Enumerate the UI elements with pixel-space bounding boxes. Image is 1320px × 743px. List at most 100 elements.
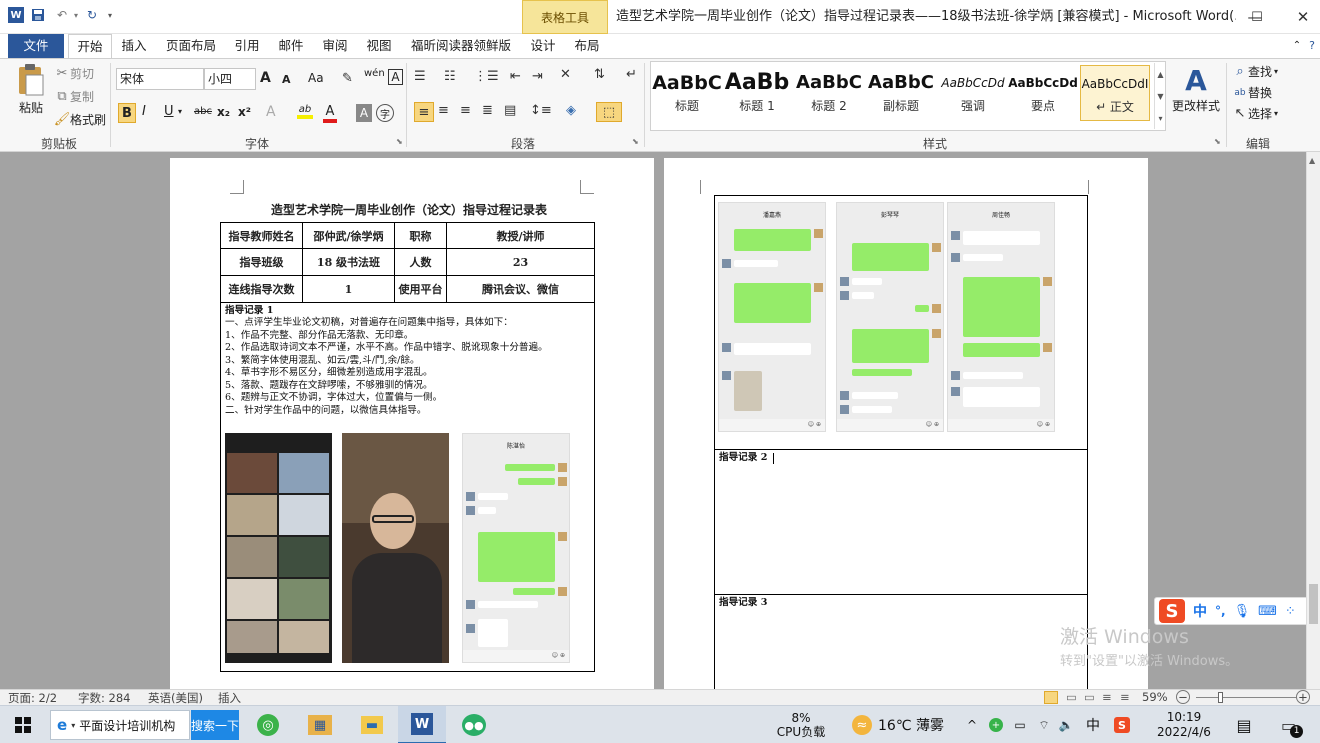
table-cell[interactable]: 23 xyxy=(446,248,595,276)
style-title[interactable]: AaBbC 标题 xyxy=(652,65,722,121)
zoom-slider-track[interactable] xyxy=(1196,697,1296,698)
table-cell[interactable]: 1 xyxy=(302,275,395,303)
paste-button[interactable]: 粘贴 xyxy=(14,63,48,125)
cut-button[interactable]: ✂ 剪切 xyxy=(54,65,94,82)
align-right-button[interactable]: ≡ xyxy=(460,103,471,118)
taskbar-app-wechat[interactable]: ●● xyxy=(452,706,496,743)
superscript-button[interactable]: x² xyxy=(238,105,251,119)
change-case-button[interactable]: Aa xyxy=(308,71,324,85)
chinese-layout-button[interactable]: ✕ xyxy=(560,67,571,82)
style-heading-2[interactable]: AaBbC 标题 2 xyxy=(794,65,864,121)
volume-icon[interactable]: 🔈 xyxy=(1056,706,1076,743)
web-layout-view-button[interactable]: ▭ xyxy=(1084,690,1095,704)
strikethrough-button[interactable]: abc xyxy=(194,106,212,117)
wechat-chat-screenshot[interactable]: 彭琴琴 ☺ ⊕ xyxy=(836,202,944,432)
page-right[interactable]: 潘嘉燕 ☺ ⊕ 彭琴琴 ☺ ⊕ 周佳畅 ☺ ⊕ 指导记录 2 指导记录 3 xyxy=(664,158,1148,689)
font-name-select[interactable]: 宋体 xyxy=(116,68,204,90)
tab-layout[interactable]: 布局 xyxy=(568,34,606,58)
font-size-select[interactable]: 小四 xyxy=(204,68,256,90)
text-effect-button[interactable]: A xyxy=(266,104,276,120)
wifi-icon[interactable]: ⌔ xyxy=(1034,706,1054,743)
table-cell[interactable]: 人数 xyxy=(394,248,447,276)
ie-search-box[interactable]: e ▾ 平面设计培训机构 xyxy=(50,710,190,740)
keyboard-icon[interactable]: ⌨ xyxy=(1258,604,1277,619)
zoom-level[interactable]: 59% xyxy=(1142,690,1168,704)
underline-button[interactable]: U xyxy=(164,104,174,119)
tab-foxit-reader[interactable]: 福昕阅读器领鲜版 xyxy=(406,34,516,58)
multilevel-list-button[interactable]: ⋮☰ xyxy=(474,69,499,84)
save-icon[interactable] xyxy=(30,7,46,23)
table-cell[interactable]: 18 级书法班 xyxy=(302,248,395,276)
taskbar-app-explorer[interactable]: ▦ xyxy=(298,706,342,743)
styles-scroll-buttons[interactable]: ▲ ▼ ▾ xyxy=(1154,63,1166,129)
table-cell[interactable]: 腾讯会议、微信 xyxy=(446,275,595,303)
weather-widget[interactable]: ≈ 16℃ 薄雾 xyxy=(846,706,950,743)
find-button[interactable]: ⌕ 查找 ▾ xyxy=(1232,63,1278,80)
redo-icon[interactable]: ↻ xyxy=(84,7,100,23)
taskbar-app-360[interactable]: ◎ xyxy=(248,706,288,743)
decrease-indent-button[interactable]: ⇤ xyxy=(510,69,521,84)
table-cell[interactable]: 教授/讲师 xyxy=(446,222,595,249)
action-center-icon[interactable]: ▤ xyxy=(1230,706,1258,743)
align-left-button[interactable]: ≡ xyxy=(414,102,434,122)
zoom-out-button[interactable]: − xyxy=(1176,690,1190,704)
char-shading-button[interactable]: A xyxy=(356,104,372,122)
style-normal[interactable]: AaBbCcDdI ↵ 正文 xyxy=(1080,65,1150,121)
char-border-button[interactable]: A xyxy=(388,69,403,85)
show-marks-button[interactable]: ↵ xyxy=(626,67,637,82)
tab-references[interactable]: 引用 xyxy=(228,34,266,58)
phonetic-guide-button[interactable]: wén xyxy=(364,69,385,79)
clear-format-button[interactable]: ✎ xyxy=(342,71,353,86)
print-layout-view-button[interactable] xyxy=(1044,691,1058,704)
shrink-font-button[interactable]: A xyxy=(282,73,291,86)
input-language-indicator[interactable]: 中 xyxy=(1082,706,1104,743)
scroll-thumb[interactable] xyxy=(1309,584,1318,624)
wechat-chat-screenshot[interactable]: 周佳畅 ☺ ⊕ xyxy=(947,202,1055,432)
ime-lang-toggle[interactable]: 中 xyxy=(1193,601,1207,621)
align-center-button[interactable]: ≡ xyxy=(438,103,449,118)
shading-button[interactable]: ◈ xyxy=(566,103,576,118)
distributed-button[interactable]: ▤ xyxy=(504,103,516,118)
replace-button[interactable]: ab 替换 xyxy=(1232,84,1272,101)
sort-button[interactable]: ⇅ xyxy=(594,67,605,82)
taskbar-app-file-explorer[interactable]: ▬ xyxy=(350,706,394,743)
select-button[interactable]: ↖ 选择 ▾ xyxy=(1232,105,1278,122)
record-2-cell[interactable]: 指导记录 2 xyxy=(714,449,1088,595)
subscript-button[interactable]: x₂ xyxy=(217,105,230,119)
line-spacing-button[interactable]: ↕≡ xyxy=(530,103,552,118)
video-call-screenshot-image[interactable] xyxy=(225,433,332,663)
copy-button[interactable]: ⧉ 复制 xyxy=(54,88,94,105)
styles-dialog-launcher-icon[interactable]: ⬊ xyxy=(1214,137,1221,146)
tray-app-icon[interactable]: + xyxy=(986,706,1006,743)
tab-home[interactable]: 开始 xyxy=(68,34,112,58)
zoom-in-button[interactable]: + xyxy=(1296,690,1310,704)
tab-file[interactable]: 文件 xyxy=(8,34,64,58)
table-cell[interactable]: 连线指导次数 xyxy=(220,275,303,303)
chat-screenshots-cell[interactable]: 潘嘉燕 ☺ ⊕ 彭琴琴 ☺ ⊕ 周佳畅 ☺ ⊕ xyxy=(714,195,1088,450)
highlight-button[interactable]: ab xyxy=(294,104,316,124)
tab-design[interactable]: 设计 xyxy=(524,34,562,58)
numbering-button[interactable]: ☷ xyxy=(444,69,456,84)
underline-dropdown-icon[interactable]: ▾ xyxy=(178,107,182,116)
style-strong[interactable]: AaBbCcDd 要点 xyxy=(1008,65,1078,121)
italic-button[interactable]: I xyxy=(142,104,146,119)
style-emphasis[interactable]: AaBbCcDd 强调 xyxy=(938,65,1008,121)
ime-toolbar[interactable]: S 中 °, 🎙 ⌨ ⁘ xyxy=(1154,597,1306,625)
taskbar-app-word[interactable]: W xyxy=(398,706,446,743)
help-icon[interactable]: ? xyxy=(1304,34,1320,58)
search-button[interactable]: 搜索一下 xyxy=(191,710,239,740)
record-1-cell[interactable]: 指导记录 1 一、点评学生毕业论文初稿，对普遍存在问题集中指导，具体如下： 1、… xyxy=(220,302,595,672)
page-count[interactable]: 页面: 2/2 xyxy=(8,690,57,706)
full-screen-view-button[interactable]: ▭ xyxy=(1066,690,1077,704)
restore-button[interactable]: ☐ xyxy=(1234,0,1280,34)
style-heading-1[interactable]: AaBb 标题 1 xyxy=(722,65,792,121)
bold-button[interactable]: B xyxy=(118,103,136,123)
language-indicator[interactable]: 英语(美国) xyxy=(148,690,203,706)
table-cell[interactable]: 使用平台 xyxy=(394,275,447,303)
teacher-photo-image[interactable] xyxy=(342,433,449,663)
close-button[interactable]: ✕ xyxy=(1280,0,1320,34)
record-3-cell[interactable]: 指导记录 3 xyxy=(714,594,1088,689)
battery-icon[interactable]: ▭ xyxy=(1010,706,1030,743)
table-cell[interactable]: 指导班级 xyxy=(220,248,303,276)
table-cell[interactable]: 指导教师姓名 xyxy=(220,222,303,249)
